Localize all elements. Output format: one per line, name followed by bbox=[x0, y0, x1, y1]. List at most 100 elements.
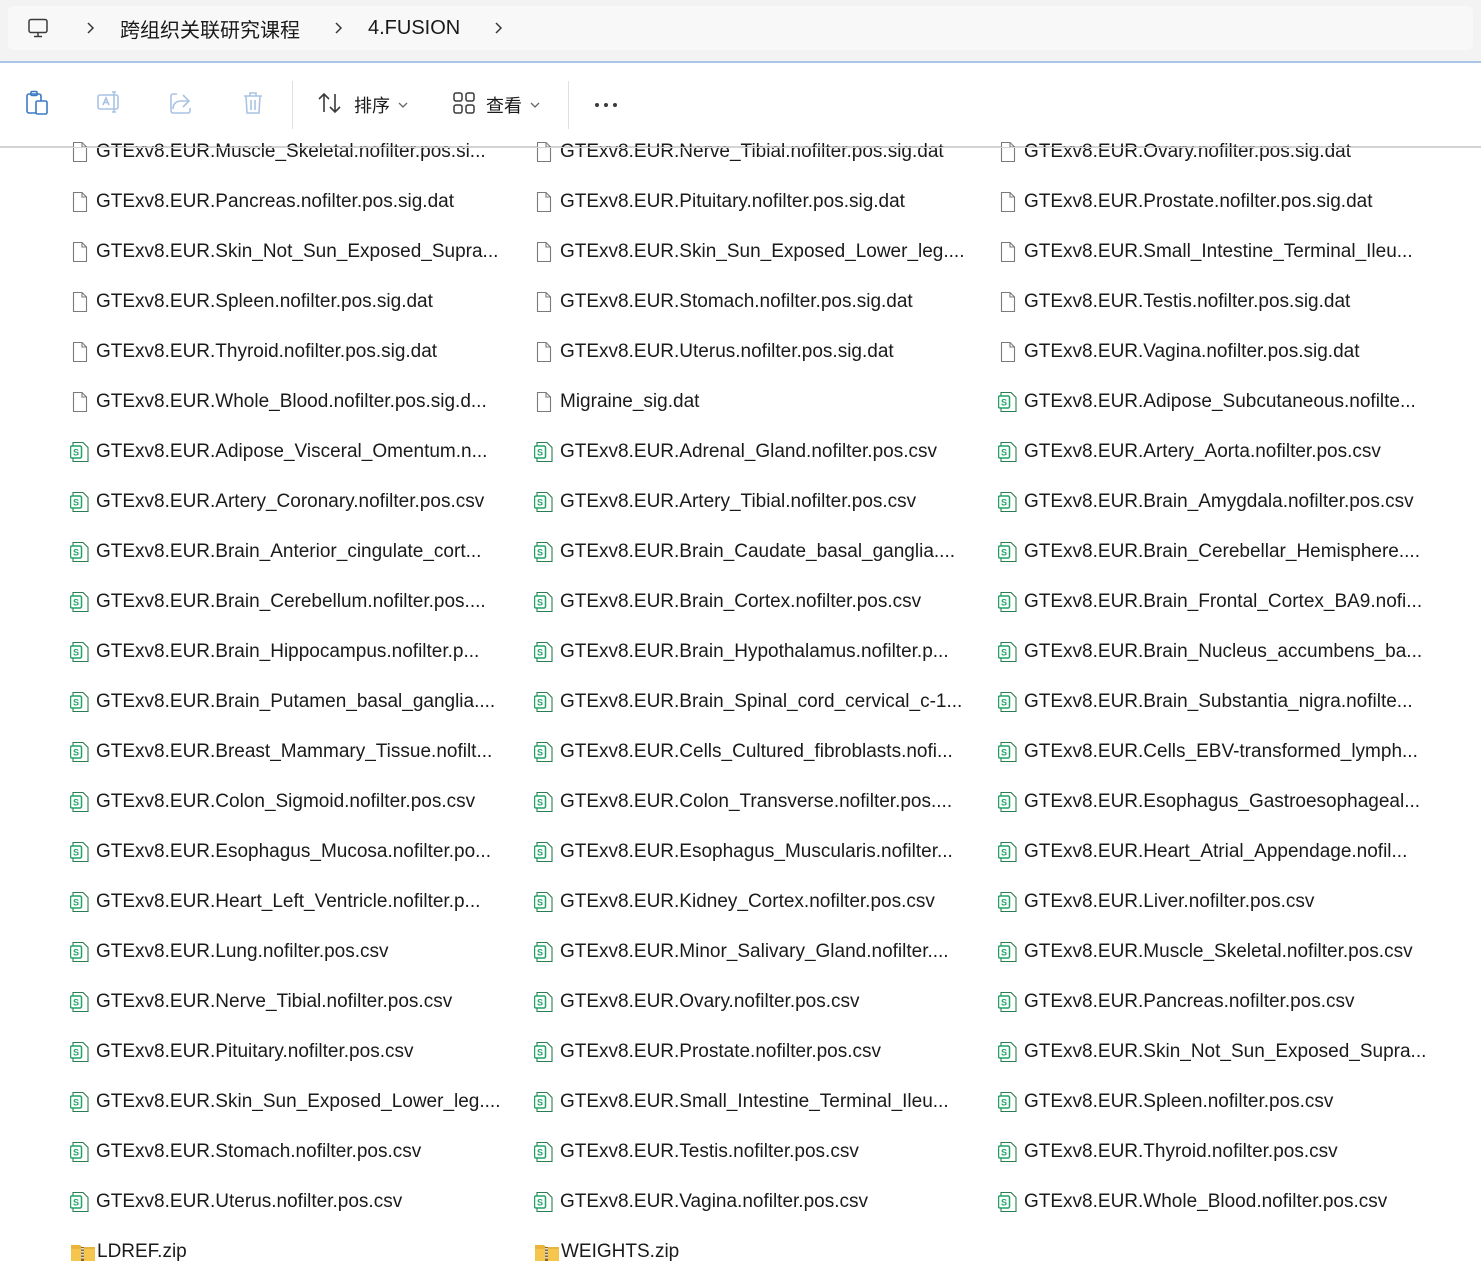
file-item[interactable]: S GTExv8.EUR.Adrenal_Gland.nofilter.pos.c… bbox=[534, 427, 937, 477]
delete-button[interactable] bbox=[238, 87, 268, 123]
file-item[interactable]: GTExv8.EUR.Pituitary.nofilter.pos.sig.da… bbox=[534, 177, 905, 227]
document-icon bbox=[998, 341, 1018, 363]
file-item[interactable]: S GTExv8.EUR.Adipose_Visceral_Omentum.n..… bbox=[70, 427, 487, 477]
breadcrumb[interactable]: 跨组织关联研究课程 4.FUSION bbox=[8, 6, 1473, 50]
file-name: GTExv8.EUR.Pituitary.nofilter.pos.sig.da… bbox=[560, 191, 905, 212]
file-item[interactable]: S GTExv8.EUR.Stomach.nofilter.pos.csv bbox=[70, 1127, 421, 1177]
file-item[interactable]: S GTExv8.EUR.Breast_Mammary_Tissue.nofilt… bbox=[70, 727, 492, 777]
file-item[interactable]: S GTExv8.EUR.Brain_Amygdala.nofilter.pos.… bbox=[998, 477, 1414, 527]
document-icon bbox=[70, 141, 90, 163]
file-item[interactable]: S GTExv8.EUR.Kidney_Cortex.nofilter.pos.c… bbox=[534, 877, 935, 927]
file-item[interactable]: S GTExv8.EUR.Colon_Transverse.nofilter.po… bbox=[534, 777, 952, 827]
file-item[interactable]: S GTExv8.EUR.Heart_Atrial_Appendage.nofil… bbox=[998, 827, 1407, 877]
file-item[interactable]: S GTExv8.EUR.Brain_Putamen_basal_ganglia.… bbox=[70, 677, 495, 727]
file-item[interactable]: GTExv8.EUR.Pancreas.nofilter.pos.sig.dat bbox=[70, 177, 454, 227]
file-item[interactable]: GTExv8.EUR.Uterus.nofilter.pos.sig.dat bbox=[534, 327, 894, 377]
file-item[interactable]: S GTExv8.EUR.Brain_Anterior_cingulate_cor… bbox=[70, 527, 481, 577]
file-item[interactable]: S GTExv8.EUR.Pituitary.nofilter.pos.csv bbox=[70, 1027, 413, 1077]
this-pc-icon[interactable] bbox=[24, 14, 52, 42]
file-item[interactable]: S GTExv8.EUR.Brain_Hypothalamus.nofilter.… bbox=[534, 627, 949, 677]
file-item[interactable]: S GTExv8.EUR.Esophagus_Mucosa.nofilter.po… bbox=[70, 827, 491, 877]
file-item[interactable]: GTExv8.EUR.Ovary.nofilter.pos.sig.dat bbox=[998, 127, 1351, 177]
file-item[interactable]: S GTExv8.EUR.Brain_Cortex.nofilter.pos.cs… bbox=[534, 577, 921, 627]
file-item[interactable]: GTExv8.EUR.Small_Intestine_Terminal_Ileu… bbox=[998, 227, 1413, 277]
file-item[interactable]: GTExv8.EUR.Nerve_Tibial.nofilter.pos.sig… bbox=[534, 127, 944, 177]
file-item[interactable]: GTExv8.EUR.Prostate.nofilter.pos.sig.dat bbox=[998, 177, 1373, 227]
file-item[interactable]: S GTExv8.EUR.Esophagus_Gastroesophageal..… bbox=[998, 777, 1420, 827]
file-name: GTExv8.EUR.Small_Intestine_Terminal_Ileu… bbox=[1024, 241, 1413, 262]
sort-label: 排序 bbox=[354, 96, 390, 116]
spreadsheet-icon: S bbox=[534, 591, 554, 613]
file-name: GTExv8.EUR.Colon_Sigmoid.nofilter.pos.cs… bbox=[96, 791, 476, 812]
file-item[interactable]: S GTExv8.EUR.Adipose_Subcutaneous.nofilte… bbox=[998, 377, 1416, 427]
file-item[interactable]: S GTExv8.EUR.Nerve_Tibial.nofilter.pos.cs… bbox=[70, 977, 452, 1027]
file-item[interactable]: S GTExv8.EUR.Lung.nofilter.pos.csv bbox=[70, 927, 389, 977]
file-item[interactable]: GTExv8.EUR.Stomach.nofilter.pos.sig.dat bbox=[534, 277, 913, 327]
svg-text:S: S bbox=[73, 798, 79, 808]
file-item[interactable]: S GTExv8.EUR.Prostate.nofilter.pos.csv bbox=[534, 1027, 881, 1077]
file-item[interactable]: S GTExv8.EUR.Artery_Tibial.nofilter.pos.c… bbox=[534, 477, 916, 527]
sort-button[interactable]: 排序 bbox=[316, 87, 408, 123]
file-item[interactable]: S GTExv8.EUR.Uterus.nofilter.pos.csv bbox=[70, 1177, 402, 1227]
file-item[interactable]: S GTExv8.EUR.Brain_Hippocampus.nofilter.p… bbox=[70, 627, 479, 677]
file-item[interactable]: S GTExv8.EUR.Small_Intestine_Terminal_Ile… bbox=[534, 1077, 949, 1127]
file-item[interactable]: GTExv8.EUR.Muscle_Skeletal.nofilter.pos.… bbox=[70, 127, 486, 177]
file-name: GTExv8.EUR.Stomach.nofilter.pos.csv bbox=[96, 1141, 422, 1162]
svg-text:S: S bbox=[537, 698, 543, 708]
file-item[interactable]: GTExv8.EUR.Skin_Sun_Exposed_Lower_leg...… bbox=[534, 227, 965, 277]
file-item[interactable]: S GTExv8.EUR.Heart_Left_Ventricle.nofilte… bbox=[70, 877, 480, 927]
file-item[interactable]: LDREF.zip bbox=[70, 1227, 187, 1277]
file-item[interactable]: S GTExv8.EUR.Brain_Frontal_Cortex_BA9.nof… bbox=[998, 577, 1422, 627]
file-item[interactable]: S GTExv8.EUR.Spleen.nofilter.pos.csv bbox=[998, 1077, 1333, 1127]
spreadsheet-icon: S bbox=[534, 941, 554, 963]
spreadsheet-icon: S bbox=[70, 841, 90, 863]
file-item[interactable]: S GTExv8.EUR.Pancreas.nofilter.pos.csv bbox=[998, 977, 1355, 1027]
view-button[interactable]: 查看 bbox=[452, 87, 540, 123]
file-item[interactable]: S GTExv8.EUR.Brain_Substantia_nigra.nofil… bbox=[998, 677, 1413, 727]
file-item[interactable]: S GTExv8.EUR.Liver.nofilter.pos.csv bbox=[998, 877, 1314, 927]
file-name: GTExv8.EUR.Vagina.nofilter.pos.csv bbox=[560, 1191, 868, 1212]
file-item[interactable]: S GTExv8.EUR.Brain_Caudate_basal_ganglia.… bbox=[534, 527, 955, 577]
chevron-right-icon[interactable] bbox=[78, 16, 102, 40]
spreadsheet-icon: S bbox=[998, 841, 1018, 863]
file-name: GTExv8.EUR.Skin_Not_Sun_Exposed_Supra... bbox=[1024, 1041, 1427, 1062]
file-item[interactable]: GTExv8.EUR.Spleen.nofilter.pos.sig.dat bbox=[70, 277, 433, 327]
file-item[interactable]: GTExv8.EUR.Vagina.nofilter.pos.sig.dat bbox=[998, 327, 1359, 377]
more-options-button[interactable] bbox=[590, 87, 622, 123]
chevron-right-icon[interactable] bbox=[486, 16, 510, 40]
breadcrumb-item-fusion[interactable]: 4.FUSION bbox=[368, 17, 460, 40]
breadcrumb-item-course[interactable]: 跨组织关联研究课程 bbox=[120, 14, 300, 43]
spreadsheet-icon: S bbox=[70, 991, 90, 1013]
file-item[interactable]: S GTExv8.EUR.Artery_Aorta.nofilter.pos.cs… bbox=[998, 427, 1381, 477]
file-item[interactable]: Migraine_sig.dat bbox=[534, 377, 699, 427]
file-item[interactable]: S GTExv8.EUR.Thyroid.nofilter.pos.csv bbox=[998, 1127, 1338, 1177]
file-item[interactable]: S GTExv8.EUR.Skin_Sun_Exposed_Lower_leg..… bbox=[70, 1077, 501, 1127]
file-item[interactable]: GTExv8.EUR.Testis.nofilter.pos.sig.dat bbox=[998, 277, 1350, 327]
file-item[interactable]: S GTExv8.EUR.Esophagus_Muscularis.nofilte… bbox=[534, 827, 953, 877]
svg-text:S: S bbox=[73, 898, 79, 908]
chevron-right-icon[interactable] bbox=[326, 16, 350, 40]
file-item[interactable]: S GTExv8.EUR.Whole_Blood.nofilter.pos.csv bbox=[998, 1177, 1387, 1227]
file-item[interactable]: S GTExv8.EUR.Minor_Salivary_Gland.nofilte… bbox=[534, 927, 949, 977]
file-item[interactable]: WEIGHTS.zip bbox=[534, 1227, 679, 1277]
file-item[interactable]: S GTExv8.EUR.Brain_Spinal_cord_cervical_c… bbox=[534, 677, 962, 727]
file-item[interactable]: S GTExv8.EUR.Ovary.nofilter.pos.csv bbox=[534, 977, 860, 1027]
file-item[interactable]: S GTExv8.EUR.Cells_EBV-transformed_lymph.… bbox=[998, 727, 1418, 777]
file-item[interactable]: GTExv8.EUR.Skin_Not_Sun_Exposed_Supra... bbox=[70, 227, 498, 277]
file-item[interactable]: S GTExv8.EUR.Vagina.nofilter.pos.csv bbox=[534, 1177, 868, 1227]
file-item[interactable]: GTExv8.EUR.Thyroid.nofilter.pos.sig.dat bbox=[70, 327, 437, 377]
file-item[interactable]: S GTExv8.EUR.Brain_Cerebellar_Hemisphere.… bbox=[998, 527, 1420, 577]
file-item[interactable]: S GTExv8.EUR.Brain_Nucleus_accumbens_ba..… bbox=[998, 627, 1422, 677]
file-name: GTExv8.EUR.Brain_Spinal_cord_cervical_c-… bbox=[560, 691, 963, 712]
file-item[interactable]: GTExv8.EUR.Whole_Blood.nofilter.pos.sig.… bbox=[70, 377, 487, 427]
file-item[interactable]: S GTExv8.EUR.Muscle_Skeletal.nofilter.pos… bbox=[998, 927, 1413, 977]
rename-button[interactable] bbox=[94, 87, 124, 123]
file-item[interactable]: S GTExv8.EUR.Testis.nofilter.pos.csv bbox=[534, 1127, 859, 1177]
paste-button[interactable] bbox=[22, 87, 52, 123]
share-button[interactable] bbox=[166, 87, 196, 123]
file-item[interactable]: S GTExv8.EUR.Brain_Cerebellum.nofilter.po… bbox=[70, 577, 486, 627]
file-item[interactable]: S GTExv8.EUR.Cells_Cultured_fibroblasts.n… bbox=[534, 727, 953, 777]
file-item[interactable]: S GTExv8.EUR.Artery_Coronary.nofilter.pos… bbox=[70, 477, 484, 527]
file-item[interactable]: S GTExv8.EUR.Colon_Sigmoid.nofilter.pos.c… bbox=[70, 777, 475, 827]
file-item[interactable]: S GTExv8.EUR.Skin_Not_Sun_Exposed_Supra..… bbox=[998, 1027, 1426, 1077]
